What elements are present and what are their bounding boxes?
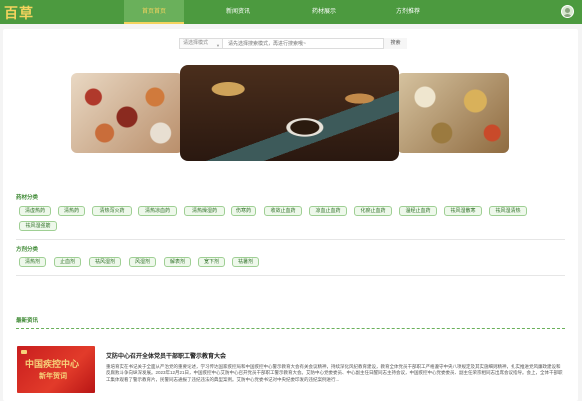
user-avatar-icon[interactable] [561,5,574,18]
carousel-image-center[interactable] [180,65,399,161]
herb-tag[interactable]: 收敛止血药 [264,206,302,216]
cdc-logo-icon [21,350,27,354]
thumbnail-text-2: 新年贺词 [39,371,67,380]
carousel-image-left[interactable] [71,73,183,153]
news-thumbnail[interactable]: 中国疾控中心 新年贺词 [17,346,95,393]
thumbnail-text-1: 中国疾控中心 [25,360,80,370]
news-dashed-divider [16,328,565,329]
nav-herbs[interactable]: 药材展示 [294,0,354,24]
herb-tag[interactable]: 清虚热药 [19,206,51,216]
search-bar: 请选择模式 ▼ 搜索 [179,38,407,49]
news-section-title: 最新资讯 [16,318,39,324]
formula-tag[interactable]: 祛风湿剂 [89,257,121,267]
nav-news[interactable]: 新闻资讯 [208,0,268,24]
herb-tag[interactable]: 清热泻火药 [92,206,132,216]
nav-formulas[interactable]: 方剂推荐 [378,0,438,24]
search-mode-label: 请选择模式 [183,40,209,46]
formula-tag[interactable]: 宽下剂 [198,257,225,267]
formula-tag[interactable]: 祛暑剂 [232,257,259,267]
carousel-image-right[interactable] [397,73,509,153]
search-mode-select[interactable]: 请选择模式 ▼ [180,39,223,48]
news-title-link[interactable]: 艾防中心召开全体党员干部职工警示教育大会 [106,351,226,360]
search-input[interactable] [224,39,383,48]
formula-tag[interactable]: 清热剂 [19,257,46,267]
herb-tag[interactable]: 清热燥湿药 [184,206,225,216]
chevron-down-icon: ▼ [216,43,220,48]
herb-tag[interactable]: 温经止血药 [399,206,437,216]
formula-tag[interactable]: 止血剂 [54,257,81,267]
section-divider [16,275,565,276]
herb-tag[interactable]: 祛风湿清热 [489,206,527,216]
news-summary: 重培育实在书记关于全面从严治党的重要论述，学习传达国家疾控局和中国疾控中心警示教… [106,364,563,382]
formula-category-title: 方剂分类 [16,247,39,253]
formula-tag[interactable]: 风湿剂 [129,257,156,267]
section-divider [16,239,565,240]
search-button[interactable]: 搜索 [383,38,407,49]
herb-tag[interactable]: 祛风湿散寒 [444,206,482,216]
herb-tag[interactable]: 伤寒药 [231,206,256,216]
formula-tag[interactable]: 解表剂 [164,257,191,267]
main-content: 请选择模式 ▼ 搜索 药材分类 清虚热药 清热药 清热泻火药 清热凉血药 清热燥… [3,29,578,401]
top-navbar: 百草 首页首页 新闻资讯 药材展示 方剂推荐 [0,0,582,24]
herb-tag[interactable]: 凉血止血药 [309,206,347,216]
herb-tag[interactable]: 祛风湿强筋 [19,221,57,231]
nav-home[interactable]: 首页首页 [124,0,184,24]
site-logo[interactable]: 百草 [4,3,34,23]
herb-tag[interactable]: 清热药 [58,206,85,216]
herb-category-title: 药材分类 [16,195,39,201]
herb-tag[interactable]: 清热凉血药 [138,206,177,216]
herb-tag[interactable]: 化瘀止血药 [354,206,392,216]
